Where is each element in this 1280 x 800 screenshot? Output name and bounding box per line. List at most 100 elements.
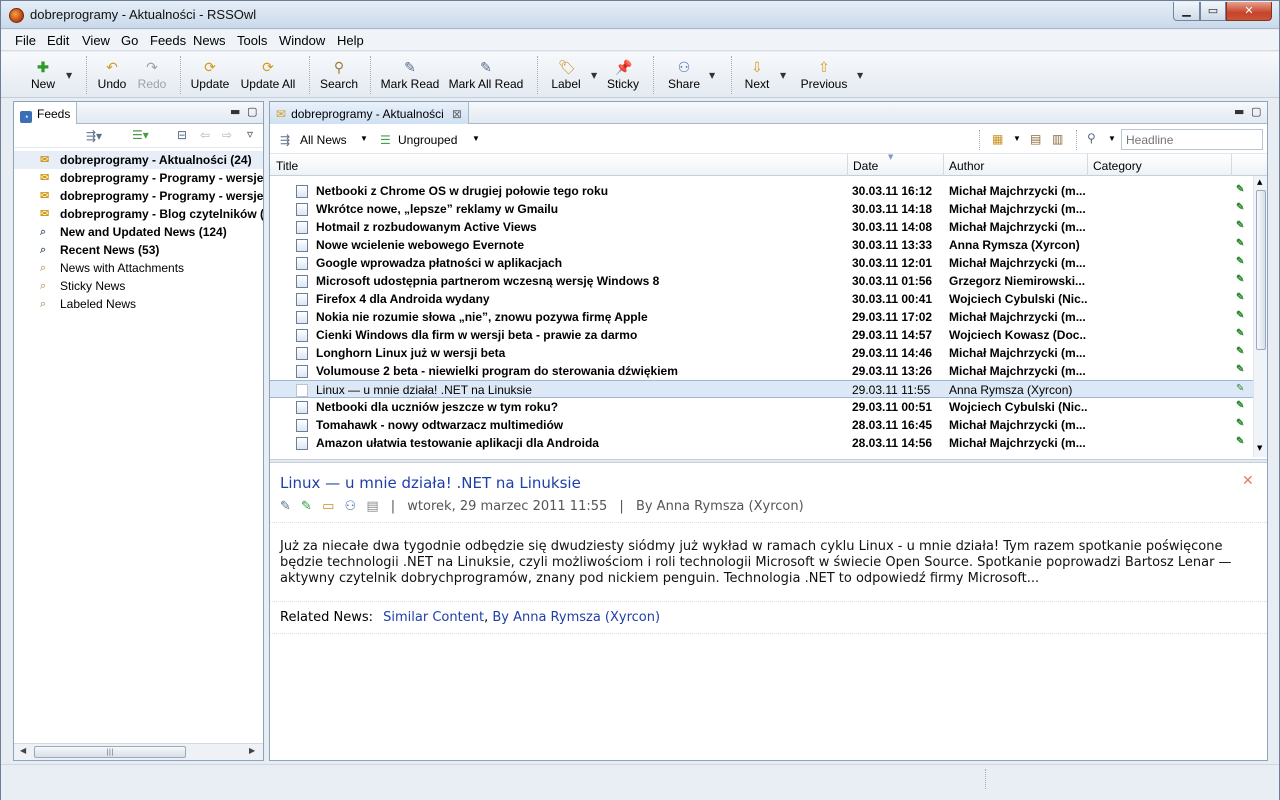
column-author[interactable]: Author: [943, 154, 1088, 176]
similar-content-link[interactable]: Similar Content: [383, 610, 484, 625]
next-dropdown-arrow[interactable]: ▼: [780, 71, 786, 80]
sticky-pin-icon[interactable]: ✎: [1236, 220, 1250, 231]
sticky-pin-icon[interactable]: ✎: [1236, 328, 1250, 339]
search-button[interactable]: ⚲ Search: [318, 55, 360, 95]
column-date[interactable]: Date: [847, 154, 944, 176]
panel-minimize-icon[interactable]: ▬: [230, 105, 240, 118]
scroll-down-icon[interactable]: ▼: [1257, 444, 1262, 452]
saved-search-item[interactable]: ⌕ Labeled News: [14, 295, 263, 313]
sticky-pin-icon[interactable]: ✎: [1236, 184, 1250, 195]
menu-feeds[interactable]: Feeds: [150, 33, 186, 48]
feeds-horizontal-scrollbar[interactable]: ◀ ||| ▶: [14, 743, 263, 760]
sticky-pin-icon[interactable]: ✎: [1236, 274, 1250, 285]
feed-item[interactable]: ✉ dobreprogramy - Aktualności (24): [14, 151, 263, 169]
tab-news-feed[interactable]: ✉ dobreprogramy - Aktualności ⊠: [270, 102, 469, 124]
label-dropdown-arrow[interactable]: ▼: [591, 71, 597, 80]
saved-search-item[interactable]: ⌕ New and Updated News (124): [14, 223, 263, 241]
maximize-button[interactable]: ▭: [1200, 2, 1226, 21]
sticky-pin-icon[interactable]: ✎: [1236, 310, 1250, 321]
scrollbar-thumb[interactable]: [1256, 190, 1266, 350]
collapse-all-icon[interactable]: ⊟: [177, 128, 187, 142]
link-feeds-icon[interactable]: ⇶▾: [86, 129, 102, 143]
feed-item[interactable]: ✉ dobreprogramy - Programy - wersje: [14, 187, 263, 205]
filter-dropdown[interactable]: All News: [300, 133, 347, 147]
sticky-pin-icon[interactable]: ✎: [1236, 436, 1250, 447]
sticky-pin-icon[interactable]: ✎: [1236, 383, 1250, 394]
related-author-link[interactable]: By Anna Rymsza (Xyrcon): [492, 610, 660, 625]
table-row[interactable]: Cienki Windows dla firm w wersji beta - …: [270, 326, 1255, 344]
share-icon[interactable]: ⚇: [345, 499, 357, 514]
saved-search-item[interactable]: ⌕ Recent News (53): [14, 241, 263, 259]
share-button[interactable]: ⚇ Share: [665, 55, 703, 95]
update-button[interactable]: ⟳ Update: [189, 55, 231, 95]
table-row-selected[interactable]: Linux — u mnie działa! .NET na Linuksie 2…: [270, 380, 1255, 398]
previous-button[interactable]: ⇧ Previous: [798, 55, 850, 95]
sticky-pin-icon[interactable]: ✎: [1236, 292, 1250, 303]
filter-dropdown-arrow[interactable]: ▼: [360, 134, 368, 143]
headline-search-input[interactable]: [1121, 129, 1263, 150]
sticky-pin-icon[interactable]: ✎: [1236, 346, 1250, 357]
table-row[interactable]: Microsoft udostępnia partnerom wczesną w…: [270, 272, 1255, 290]
sticky-pin-icon[interactable]: ✎: [1236, 400, 1250, 411]
sticky-pin-icon[interactable]: ✎: [1236, 256, 1250, 267]
menu-help[interactable]: Help: [337, 33, 364, 48]
forward-icon[interactable]: ⇨: [222, 128, 232, 142]
table-row[interactable]: Netbooki z Chrome OS w drugiej połowie t…: [270, 182, 1255, 200]
view-menu-icon[interactable]: ▿: [247, 127, 253, 141]
back-icon[interactable]: ⇦: [200, 128, 210, 142]
menu-news[interactable]: News: [193, 33, 226, 48]
table-row[interactable]: Firefox 4 dla Androida wydany 30.03.11 00…: [270, 290, 1255, 308]
table-row[interactable]: Volumouse 2 beta - niewielki program do …: [270, 362, 1255, 380]
panel-minimize-icon[interactable]: ▬: [1234, 105, 1244, 118]
article-title[interactable]: Linux — u mnie działa! .NET na Linuksie: [280, 474, 581, 492]
scroll-right-icon[interactable]: ▶: [249, 746, 255, 755]
feed-item[interactable]: ✉ dobreprogramy - Blog czytelników (: [14, 205, 263, 223]
scroll-left-icon[interactable]: ◀: [20, 746, 26, 755]
table-row[interactable]: Tomahawk - nowy odtwarzacz multimediów 28…: [270, 416, 1255, 434]
search-field-dropdown-arrow[interactable]: ▼: [1108, 134, 1116, 143]
columns-icon[interactable]: ▤: [1030, 132, 1041, 146]
menu-file[interactable]: File: [15, 33, 36, 48]
table-row[interactable]: Google wprowadza płatności w aplikacjach…: [270, 254, 1255, 272]
sticky-pin-icon[interactable]: ✎: [1236, 418, 1250, 429]
layout-dropdown-arrow[interactable]: ▼: [1013, 134, 1021, 143]
close-reader-icon[interactable]: ✕: [1242, 473, 1254, 489]
grouping-dropdown[interactable]: Ungrouped: [398, 133, 457, 147]
panel-maximize-icon[interactable]: ▢: [1251, 105, 1261, 118]
feed-item[interactable]: ✉ dobreprogramy - Programy - wersje: [14, 169, 263, 187]
column-category[interactable]: Category: [1087, 154, 1232, 176]
print-icon[interactable]: ▥: [1052, 132, 1063, 146]
mark-all-read-button[interactable]: ✎ Mark All Read: [447, 55, 525, 95]
sticky-button[interactable]: 📌 Sticky: [605, 55, 641, 95]
redo-button[interactable]: ↷ Redo: [135, 55, 169, 95]
mark-read-icon[interactable]: ✎: [280, 499, 291, 514]
sticky-pin-icon[interactable]: ✎: [1236, 238, 1250, 249]
table-row[interactable]: Nowe wcielenie webowego Evernote 30.03.11…: [270, 236, 1255, 254]
sticky-pin-icon[interactable]: ✎: [1236, 202, 1250, 213]
sticky-pin-icon[interactable]: ✎: [301, 499, 312, 514]
new-button[interactable]: ✚ New: [25, 55, 61, 95]
scrollbar-thumb[interactable]: |||: [34, 746, 186, 758]
label-button[interactable]: 🏷 Label: [548, 55, 584, 95]
menu-view[interactable]: View: [82, 33, 110, 48]
table-row[interactable]: Hotmail z rozbudowanym Active Views 30.03…: [270, 218, 1255, 236]
previous-dropdown-arrow[interactable]: ▼: [857, 71, 863, 80]
minimize-button[interactable]: ▁: [1173, 2, 1200, 21]
table-row[interactable]: Wkrótce nowe, „lepsze” reklamy w Gmailu 3…: [270, 200, 1255, 218]
layout-icon[interactable]: ▦: [992, 132, 1003, 146]
copy-icon[interactable]: ▤: [366, 499, 378, 514]
grouping-dropdown-arrow[interactable]: ▼: [472, 134, 480, 143]
table-row[interactable]: Longhorn Linux już w wersji beta 29.03.11…: [270, 344, 1255, 362]
scroll-up-icon[interactable]: ▲: [1257, 178, 1262, 186]
table-row[interactable]: Nokia nie rozumie słowa „nie”, znowu poz…: [270, 308, 1255, 326]
menu-edit[interactable]: Edit: [47, 33, 69, 48]
menu-window[interactable]: Window: [279, 33, 325, 48]
label-icon[interactable]: ▭: [322, 499, 334, 514]
news-vertical-scrollbar[interactable]: ▲ ▼: [1253, 176, 1267, 457]
saved-search-item[interactable]: ⌕ News with Attachments: [14, 259, 263, 277]
next-button[interactable]: ⇩ Next: [741, 55, 773, 95]
undo-button[interactable]: ↶ Undo: [94, 55, 130, 95]
table-row[interactable]: Amazon ułatwia testowanie aplikacji dla …: [270, 434, 1255, 452]
tab-feeds[interactable]: ◔ Feeds: [14, 102, 78, 124]
mark-read-button[interactable]: ✎ Mark Read: [379, 55, 441, 95]
